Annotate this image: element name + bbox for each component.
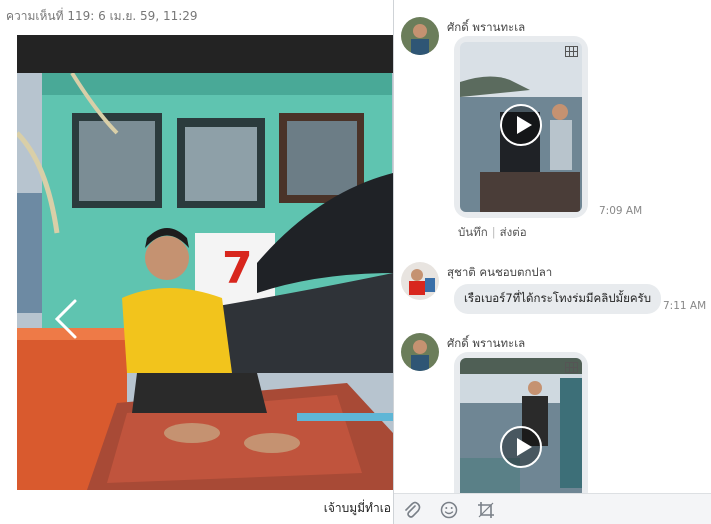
boat-sign-number: 7: [222, 243, 253, 294]
chat-input-bar: [394, 493, 711, 524]
avatar[interactable]: [401, 17, 439, 55]
paperclip-icon[interactable]: [403, 501, 421, 519]
photo-frame: 7: [17, 35, 393, 490]
chevron-left-icon[interactable]: [51, 297, 81, 341]
play-icon[interactable]: [500, 104, 542, 146]
video-thumbnail[interactable]: [460, 42, 582, 212]
sender-name: ศักดิ์ พรานทะเล: [447, 20, 526, 34]
fishing-photo: 7: [17, 73, 393, 490]
message-time: 7:11 AM: [663, 300, 707, 312]
text-message[interactable]: เรือเบอร์7ที่ได้กระโทงร่มมีคลิปมั้ยครับ: [454, 284, 662, 314]
video-message[interactable]: [454, 352, 588, 493]
sender-name: สุชาติ คนชอบตกปลา: [447, 265, 553, 279]
play-icon[interactable]: [500, 426, 542, 468]
message-actions: บันทึก | ส่งต่อ: [458, 225, 527, 239]
video-message[interactable]: [454, 36, 588, 218]
sender-name: ศักดิ์ พรานทะเล: [447, 336, 526, 350]
video-thumbnail[interactable]: [460, 358, 582, 493]
avatar[interactable]: [401, 262, 439, 300]
grid-icon: [565, 362, 578, 373]
smiley-icon[interactable]: [440, 501, 458, 519]
photo-viewer: ความเห็นที่ 119: 6 เม.ย. 59, 11:29 7 เจ้…: [0, 0, 393, 524]
comment-meta: ความเห็นที่ 119: 6 เม.ย. 59, 11:29: [6, 9, 198, 23]
forward-link[interactable]: ส่งต่อ: [500, 225, 527, 239]
grid-icon: [565, 46, 578, 57]
message-time: 7:09 AM: [599, 205, 643, 217]
chat-pane: ศักดิ์ พรานทะเล 7:09 AM บันทึก|ส่งต่อ: [394, 0, 711, 524]
avatar[interactable]: [401, 333, 439, 371]
save-link[interactable]: บันทึก: [458, 225, 488, 239]
crop-icon[interactable]: [477, 501, 495, 519]
photo-caption: เจ้าบมูมี่ทำเอ: [323, 501, 391, 515]
